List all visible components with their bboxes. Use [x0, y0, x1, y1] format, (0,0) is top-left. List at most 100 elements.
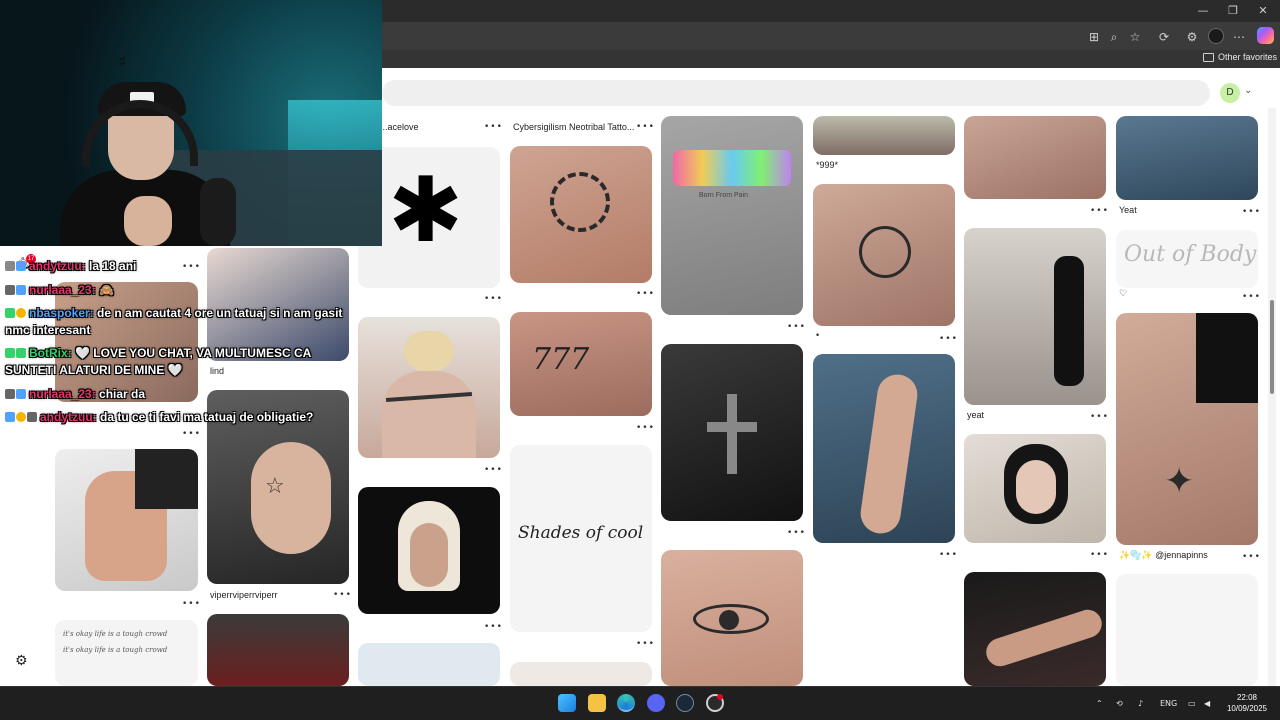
browser-profile-icon[interactable]: [1208, 28, 1224, 44]
pin-more-icon[interactable]: •••: [333, 590, 352, 600]
pin-caption[interactable]: ...acelove: [380, 122, 419, 132]
close-icon[interactable]: ✕: [1248, 3, 1278, 19]
discord-icon[interactable]: [647, 694, 665, 712]
pin-card[interactable]: Born From Pain: [661, 116, 803, 315]
pin-more-icon[interactable]: •••: [484, 122, 503, 132]
pin-more-icon[interactable]: •••: [484, 622, 503, 632]
pin-more-icon[interactable]: •••: [484, 294, 503, 304]
file-explorer-icon[interactable]: [588, 694, 606, 712]
pin-card[interactable]: [55, 449, 198, 591]
pin-card[interactable]: ✦: [1116, 313, 1258, 545]
language-indicator[interactable]: ENG: [1160, 699, 1177, 708]
pin-card[interactable]: [358, 643, 500, 686]
pin-more-icon[interactable]: •••: [636, 122, 655, 132]
microphone-tray-icon[interactable]: ♪: [1138, 699, 1143, 708]
search-input[interactable]: [382, 80, 1210, 106]
extensions-icon[interactable]: ⟳: [1156, 29, 1172, 45]
pin-caption[interactable]: •: [816, 330, 819, 340]
microphone-icon: [200, 178, 236, 246]
chat-text: chiar da: [95, 387, 146, 401]
pin-more-icon[interactable]: •••: [939, 334, 958, 344]
avatar[interactable]: D: [1220, 83, 1240, 103]
pin-card[interactable]: [964, 116, 1106, 199]
chat-username: nurlaaa_23:: [29, 387, 96, 401]
more-menu-icon[interactable]: ⋯: [1231, 29, 1247, 45]
pin-card[interactable]: [510, 662, 652, 686]
pin-card[interactable]: [964, 434, 1106, 543]
minimize-icon[interactable]: —: [1188, 3, 1218, 19]
pin-more-icon[interactable]: •••: [636, 423, 655, 433]
sync-icon[interactable]: ⟲: [1116, 699, 1123, 708]
pin-more-icon[interactable]: •••: [484, 465, 503, 475]
pin-more-icon[interactable]: •••: [939, 550, 958, 560]
pin-more-icon[interactable]: •••: [1242, 552, 1261, 562]
pin-card[interactable]: [207, 614, 349, 686]
pin-card[interactable]: [358, 317, 500, 458]
pin-more-icon[interactable]: •••: [787, 322, 806, 332]
chat-text: 🤍 LOVE YOU CHAT, VA MULTUMESC CA: [71, 346, 312, 360]
pin-card[interactable]: 777: [510, 312, 652, 416]
pin-more-icon[interactable]: •••: [1090, 206, 1109, 216]
pin-card[interactable]: [207, 248, 349, 361]
pin-more-icon[interactable]: •••: [636, 639, 655, 649]
pin-card[interactable]: [510, 146, 652, 283]
chevron-down-icon[interactable]: ⌄: [1244, 85, 1252, 96]
split-screen-icon[interactable]: ⊞: [1086, 29, 1102, 45]
pin-more-icon[interactable]: •••: [636, 289, 655, 299]
pin-more-icon[interactable]: •••: [787, 528, 806, 538]
favorite-star-icon[interactable]: ☆: [1127, 29, 1143, 45]
pin-caption[interactable]: *999*: [816, 160, 838, 170]
tray-overflow-icon[interactable]: ⌃: [1096, 699, 1103, 708]
pin-card[interactable]: [964, 572, 1106, 686]
pin-card[interactable]: [813, 116, 955, 155]
pin-caption[interactable]: ✨🫧✨ @jennapinns: [1119, 550, 1208, 561]
system-clock[interactable]: 22:08 10/09/2025: [1224, 692, 1270, 714]
chat-badges: [5, 283, 27, 297]
pin-more-icon[interactable]: •••: [1090, 550, 1109, 560]
copilot-icon[interactable]: [1257, 27, 1274, 44]
zoom-icon[interactable]: ⌕: [1106, 29, 1122, 45]
pin-more-icon[interactable]: •••: [1090, 412, 1109, 422]
network-icon[interactable]: ▭: [1188, 699, 1196, 708]
restore-icon[interactable]: ❐: [1218, 3, 1248, 19]
edge-browser-icon[interactable]: [617, 694, 635, 712]
pin-card[interactable]: [813, 184, 955, 326]
chat-badges: [5, 387, 27, 401]
pin-card[interactable]: [1116, 116, 1258, 200]
pin-more-icon[interactable]: •••: [1242, 292, 1261, 302]
pin-card[interactable]: Out of Body: [1116, 230, 1258, 288]
pin-card[interactable]: [358, 487, 500, 614]
chat-text: da tu ce ti favi ma tatuaj de obligatie?: [96, 410, 314, 424]
scrollbar-thumb[interactable]: [1270, 300, 1274, 394]
pin-card[interactable]: [661, 550, 803, 686]
scrollbar[interactable]: [1268, 108, 1276, 686]
pin-more-icon[interactable]: •••: [182, 599, 201, 609]
pin-caption[interactable]: ♡: [1119, 288, 1127, 299]
other-favorites-link[interactable]: Other favorites: [1218, 52, 1277, 62]
pin-card[interactable]: [964, 228, 1106, 405]
pin-caption[interactable]: viperrviperrviperr: [210, 590, 278, 600]
pin-more-icon[interactable]: •••: [182, 429, 201, 439]
pin-more-icon[interactable]: •••: [182, 262, 201, 272]
pin-art-text: ✱: [388, 158, 464, 263]
collections-icon[interactable]: ⚙: [1184, 29, 1200, 45]
pin-card[interactable]: [661, 344, 803, 521]
pin-card[interactable]: [55, 282, 198, 402]
pin-caption[interactable]: Yeat: [1119, 205, 1137, 215]
pin-caption[interactable]: yeat: [967, 410, 984, 420]
settings-icon[interactable]: ⚙: [15, 653, 31, 669]
pin-art-text: it's okay life is a tough crowd: [63, 646, 168, 654]
start-menu-icon[interactable]: [558, 694, 576, 712]
pin-card[interactable]: it's okay life is a tough crowd it's oka…: [55, 620, 198, 686]
pin-more-icon[interactable]: •••: [1242, 207, 1261, 217]
pin-caption[interactable]: lind: [210, 366, 224, 376]
steam-icon[interactable]: [676, 694, 694, 712]
pin-caption[interactable]: Cybersigilism Neotribal Tatto...: [513, 122, 634, 132]
chat-message: nurlaaa_23: chiar da: [5, 387, 145, 401]
volume-icon[interactable]: ◀: [1204, 699, 1210, 708]
chat-username: nbaspoker:: [29, 306, 94, 320]
pin-card[interactable]: Shades of cool: [510, 445, 652, 632]
pin-card[interactable]: [813, 354, 955, 543]
pin-card[interactable]: [1116, 574, 1258, 686]
chat-username: andytzuu:: [29, 259, 86, 273]
